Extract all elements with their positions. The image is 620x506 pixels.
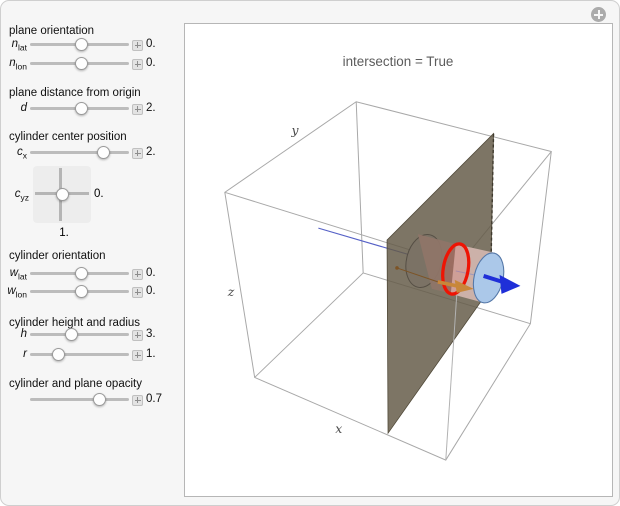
r-slider[interactable] [30, 353, 129, 356]
demonstration-window: plane orientation nlat 0. nlon 0. plane … [0, 0, 620, 506]
w-lon-label: wlon [7, 285, 27, 300]
manipulate-menu-button[interactable] [591, 7, 606, 22]
slider-row-n-lon: nlon 0. [1, 56, 184, 72]
n-lon-slider-thumb[interactable] [74, 56, 88, 70]
slider-row-c-x: cx 2. [1, 145, 184, 161]
n-lon-expand-button[interactable] [132, 58, 143, 70]
w-lat-label: wlat [9, 267, 27, 282]
c-x-expand-button[interactable] [132, 147, 143, 159]
n-lon-value: 0. [146, 57, 156, 69]
w-lon-value: 0. [146, 285, 156, 297]
w-lon-slider-thumb[interactable] [74, 284, 88, 298]
opacity-expand-button[interactable] [132, 394, 143, 406]
c-yz-2d-slider-thumb[interactable] [55, 187, 69, 201]
c-x-value: 2. [146, 146, 156, 158]
c-x-label: cx [17, 146, 27, 161]
opacity-slider-thumb[interactable] [92, 392, 106, 406]
graphics-panel: intersection = True y z x [184, 23, 613, 497]
h-label: h [20, 328, 27, 340]
axis-label-x: x [335, 421, 342, 436]
group-title-cylinder-center: cylinder center position [9, 131, 127, 143]
3d-viewport[interactable]: intersection = True y z x [185, 24, 612, 496]
c-yz-2d-slider[interactable] [33, 166, 91, 223]
n-lat-label: nlat [11, 38, 27, 53]
slider-row-h: h 3. [1, 327, 184, 341]
d-value: 2. [146, 102, 156, 114]
group-title-cylinder-orientation: cylinder orientation [9, 250, 106, 262]
slider-row-w-lat: wlat 0. [1, 266, 184, 282]
h-slider-thumb[interactable] [64, 327, 78, 341]
slider-row-opacity: 0.7 [1, 392, 184, 406]
d-expand-button[interactable] [132, 103, 143, 115]
opacity-value: 0.7 [146, 393, 162, 405]
n-lat-value: 0. [146, 38, 156, 50]
n-lon-label: nlon [9, 57, 27, 72]
slider-row-d: d 2. [1, 101, 184, 115]
r-expand-button[interactable] [132, 349, 143, 361]
c-x-slider-thumb[interactable] [96, 145, 110, 159]
c-yz-label: cyz [14, 188, 29, 203]
axis-label-y: y [291, 123, 300, 138]
slider-row-w-lon: wlon 0. [1, 284, 184, 300]
w-lat-value: 0. [146, 267, 156, 279]
h-expand-button[interactable] [132, 329, 143, 341]
d-slider-thumb[interactable] [74, 101, 88, 115]
control-panel: plane orientation nlat 0. nlon 0. plane … [1, 1, 184, 505]
r-value: 1. [146, 348, 156, 360]
c-yz-value-y: 0. [94, 188, 104, 200]
group-title-plane-orientation: plane orientation [9, 25, 95, 37]
c-x-slider[interactable] [30, 151, 129, 154]
group-title-opacity: cylinder and plane opacity [9, 378, 142, 390]
axis-label-z: z [227, 284, 235, 299]
slider-row-r: r 1. [1, 347, 184, 361]
intersection-status-text: intersection = True [343, 54, 454, 69]
d-label: d [20, 102, 27, 114]
h-slider[interactable] [30, 333, 129, 336]
w-lat-slider-thumb[interactable] [74, 266, 88, 280]
n-lat-expand-button[interactable] [132, 39, 143, 51]
w-lat-expand-button[interactable] [132, 268, 143, 280]
n-lat-slider-thumb[interactable] [74, 37, 88, 51]
c-yz-value-z: 1. [59, 227, 69, 239]
opacity-slider[interactable] [30, 398, 129, 401]
group-title-plane-distance: plane distance from origin [9, 87, 141, 99]
slider-row-n-lat: nlat 0. [1, 37, 184, 53]
r-slider-thumb[interactable] [51, 347, 65, 361]
w-lon-expand-button[interactable] [132, 286, 143, 298]
r-label: r [23, 348, 27, 360]
h-value: 3. [146, 328, 156, 340]
